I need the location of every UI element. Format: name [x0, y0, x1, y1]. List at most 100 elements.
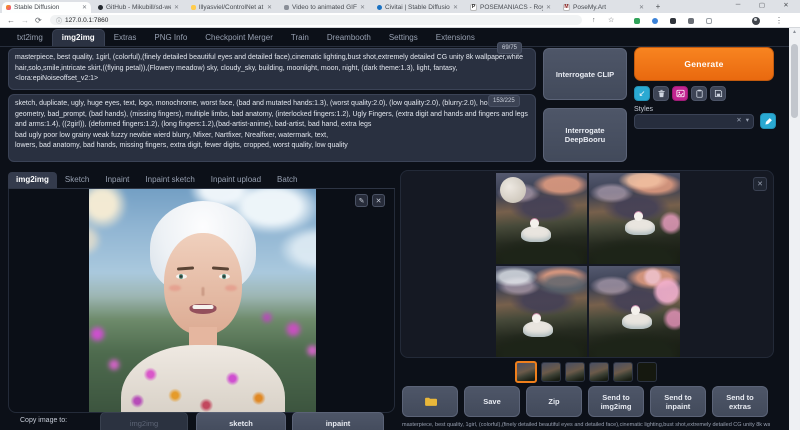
window-close-button[interactable]: ✕ — [779, 1, 793, 9]
tab-extras[interactable]: Extras — [105, 30, 146, 46]
source-image-dropzone[interactable]: ✎ ✕ — [8, 189, 395, 413]
brush-icon — [764, 117, 773, 126]
subtab-batch[interactable]: Batch — [269, 172, 305, 188]
side-panel-icon[interactable] — [706, 18, 712, 24]
tab-extensions[interactable]: Extensions — [427, 30, 484, 46]
open-folder-button[interactable] — [402, 386, 458, 417]
subtab-inpaint-sketch[interactable]: Inpaint sketch — [137, 172, 202, 188]
subtab-inpaint[interactable]: Inpaint — [97, 172, 137, 188]
url-text: 127.0.0.1:7860 — [65, 17, 108, 24]
extension-icon-blue[interactable] — [652, 18, 658, 24]
browser-tab-stable-diffusion[interactable]: Stable Diffusion ✕ — [2, 2, 91, 13]
pencil-icon: ✎ — [359, 197, 365, 205]
tab-close-icon[interactable]: ✕ — [639, 4, 644, 11]
tab-img2img[interactable]: img2img — [52, 29, 105, 46]
save-style-button[interactable] — [710, 86, 726, 101]
reload-icon[interactable]: ⟳ — [35, 16, 42, 25]
tab-close-icon[interactable]: ✕ — [546, 4, 551, 11]
copy-to-inpaint-button[interactable]: inpaint — [292, 412, 384, 430]
save-button[interactable]: Save — [464, 386, 520, 417]
browser-tab-posemyart[interactable]: M PoseMy.Art ✕ — [559, 2, 648, 13]
remove-image-button[interactable]: ✕ — [372, 194, 385, 207]
negative-prompt-textarea[interactable]: sketch, duplicate, ugly, huge eyes, text… — [8, 94, 536, 162]
window-minimize-button[interactable]: ─ — [731, 1, 745, 8]
generated-image-3[interactable] — [496, 266, 587, 357]
picture-card-icon — [676, 89, 685, 98]
zip-button[interactable]: Zip — [526, 386, 582, 417]
browser-tab-posemaniacs[interactable]: P POSEMANIACS - Royalty free 3 ✕ — [466, 2, 555, 13]
tab-dreambooth[interactable]: Dreambooth — [318, 30, 380, 46]
tab-close-icon[interactable]: ✕ — [267, 4, 272, 11]
apply-styles-button[interactable] — [691, 86, 707, 101]
subtab-sketch[interactable]: Sketch — [57, 172, 97, 188]
window-maximize-button[interactable]: ▢ — [755, 1, 769, 9]
browser-tab-gif-converter[interactable]: Video to animated GIF converter ✕ — [280, 2, 369, 13]
browser-menu-kebab-icon[interactable]: ⋮ — [775, 16, 783, 25]
prompt-token-counter: 69/75 — [497, 42, 522, 54]
profile-avatar[interactable] — [752, 17, 760, 25]
subtab-img2img[interactable]: img2img — [8, 172, 57, 188]
close-icon: ✕ — [757, 180, 763, 188]
scrollbar-up-arrow[interactable]: ▲ — [789, 29, 800, 35]
interrogate-deepbooru-button[interactable]: Interrogate DeepBooru — [543, 108, 627, 162]
output-gallery: ✕ — [400, 170, 774, 358]
clear-prompt-button[interactable] — [653, 86, 669, 101]
generated-image-2[interactable] — [589, 173, 680, 264]
tab-txt2img[interactable]: txt2img — [8, 30, 52, 46]
thumbnail-4[interactable] — [613, 362, 633, 382]
url-omnibox[interactable]: ⓘ 127.0.0.1:7860 — [50, 15, 582, 25]
send-to-img2img-button[interactable]: Send to img2img — [588, 386, 644, 417]
negative-prompt-token-counter: 153/225 — [488, 95, 520, 107]
new-tab-button[interactable]: + — [652, 2, 664, 13]
tab-close-icon[interactable]: ✕ — [360, 4, 365, 11]
extension-icon-gray[interactable] — [688, 18, 694, 24]
clipboard-icon — [695, 89, 704, 98]
send-to-inpaint-button[interactable]: Send to inpaint — [650, 386, 706, 417]
thumbnail-3[interactable] — [589, 362, 609, 382]
tab-settings[interactable]: Settings — [380, 30, 427, 46]
generated-image-1[interactable] — [496, 173, 587, 264]
chevron-down-icon: ▾ — [746, 118, 749, 125]
thumbnail-1[interactable] — [541, 362, 561, 382]
close-gallery-button[interactable]: ✕ — [753, 177, 767, 191]
prompt-textarea[interactable]: masterpiece, best quality, 1girl, (color… — [8, 48, 536, 90]
interrogate-clip-button[interactable]: Interrogate CLIP — [543, 48, 627, 100]
thumbnail-grid-selected[interactable] — [515, 361, 537, 383]
extra-networks-button[interactable] — [672, 86, 688, 101]
bookmark-star-icon[interactable]: ☆ — [608, 16, 614, 25]
tab-close-icon[interactable]: ✕ — [453, 4, 458, 11]
back-icon[interactable]: ← — [7, 16, 15, 25]
clear-styles-icon[interactable]: ✕ — [736, 118, 741, 125]
generate-button[interactable]: Generate — [634, 47, 774, 81]
share-icon[interactable]: ↑ — [592, 16, 596, 25]
paste-generation-params-button[interactable]: ↙ — [634, 86, 650, 101]
tab-train[interactable]: Train — [282, 30, 318, 46]
thumbnail-5[interactable] — [637, 362, 657, 382]
subtab-inpaint-upload[interactable]: Inpaint upload — [203, 172, 269, 188]
send-to-extras-button[interactable]: Send to extras — [712, 386, 768, 417]
img2img-mode-tabs: img2img Sketch Inpaint Inpaint sketch In… — [8, 170, 395, 189]
tab-close-icon[interactable]: ✕ — [82, 4, 87, 11]
copy-to-sketch-button[interactable]: sketch — [196, 412, 286, 430]
stable-diffusion-webui-window: Stable Diffusion ✕ GitHub - Mikubill/sd-… — [0, 0, 800, 430]
browser-tab-civitai[interactable]: Civitai | Stable Diffusion model ✕ — [373, 2, 462, 13]
generated-image-4[interactable] — [589, 266, 680, 357]
tab-checkpoint-merger[interactable]: Checkpoint Merger — [196, 30, 282, 46]
site-info-icon[interactable]: ⓘ — [56, 16, 62, 25]
scrollbar-thumb[interactable] — [791, 44, 798, 118]
extension-icon-green[interactable] — [634, 18, 640, 24]
generated-image-grid — [496, 173, 680, 357]
edit-image-button[interactable]: ✎ — [355, 194, 368, 207]
edit-styles-button[interactable] — [760, 113, 776, 129]
browser-tab-controlnet[interactable]: lllyasviel/ControlNet at mai ✕ — [187, 2, 276, 13]
browser-tab-github[interactable]: GitHub - Mikubill/sd-webu-co ✕ — [94, 2, 183, 13]
forward-icon[interactable]: → — [21, 16, 29, 25]
styles-dropdown[interactable]: ✕ ▾ — [634, 114, 754, 129]
extension-icon-dark[interactable] — [670, 18, 676, 24]
tab-png-info[interactable]: PNG Info — [145, 30, 196, 46]
tab-close-icon[interactable]: ✕ — [174, 4, 179, 11]
thumbnail-2[interactable] — [565, 362, 585, 382]
source-image-portrait[interactable] — [89, 189, 316, 413]
paste-arrow-icon: ↙ — [639, 90, 646, 98]
moon-shape — [500, 177, 526, 203]
